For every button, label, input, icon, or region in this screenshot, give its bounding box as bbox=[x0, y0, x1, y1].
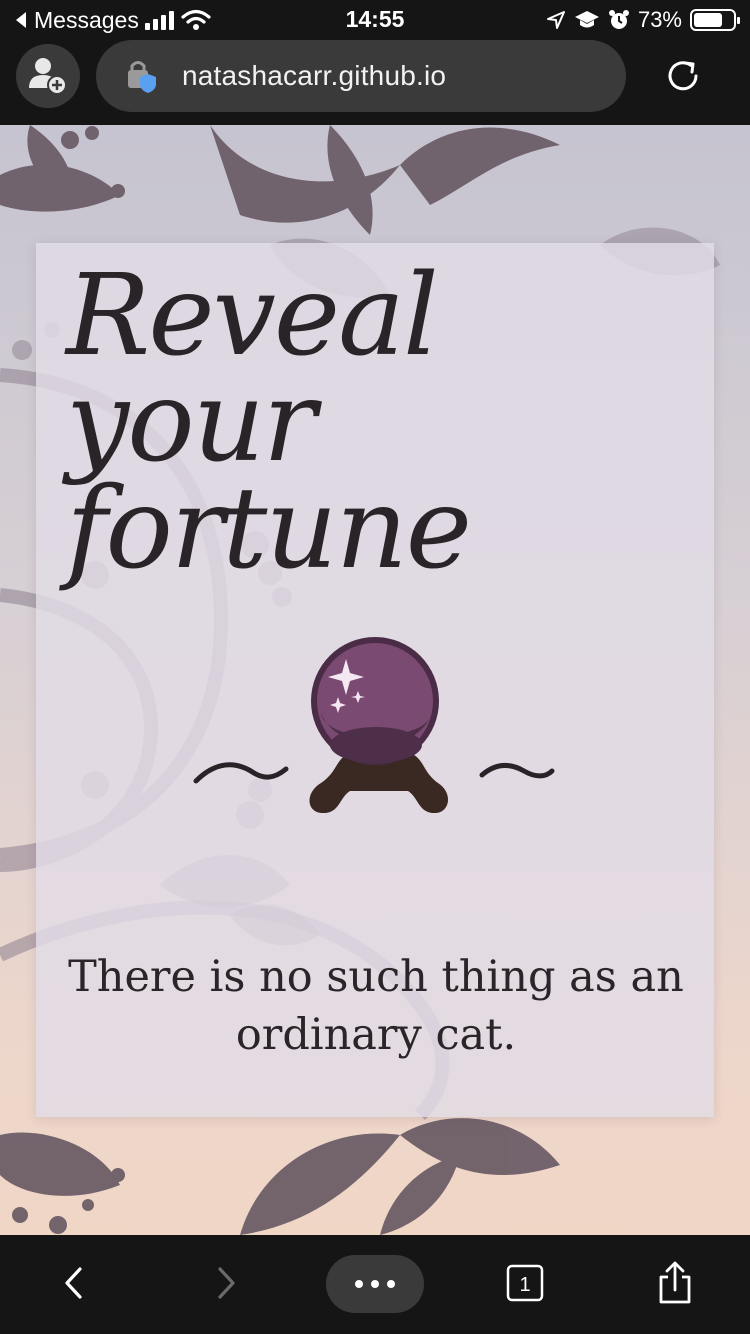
reload-icon bbox=[668, 61, 698, 91]
forward-chevron-icon bbox=[218, 1267, 235, 1299]
tabs-icon: 1 bbox=[506, 1264, 544, 1302]
status-icons: 73% bbox=[546, 6, 740, 34]
url-field[interactable]: natashacarr.github.io bbox=[96, 40, 626, 112]
share-button[interactable] bbox=[645, 1253, 705, 1313]
tilde-flourish-icon bbox=[479, 763, 555, 779]
add-profile-button[interactable] bbox=[16, 44, 80, 108]
lock-shield-icon bbox=[128, 61, 156, 93]
crystal-ball-icon bbox=[193, 637, 555, 813]
tilde-flourish-icon bbox=[193, 762, 289, 784]
share-icon bbox=[659, 1261, 691, 1304]
tab-count: 1 bbox=[519, 1274, 530, 1296]
add-profile-icon bbox=[29, 58, 67, 95]
page-title: Reveal your fortune bbox=[66, 251, 472, 594]
tabs-button[interactable]: 1 bbox=[495, 1253, 555, 1313]
battery-icon bbox=[690, 9, 740, 31]
alarm-icon bbox=[608, 10, 629, 29]
reload-button[interactable] bbox=[655, 48, 711, 104]
status-bar: Messages 14:55 73% bbox=[0, 0, 750, 40]
browser-address-bar: natashacarr.github.io bbox=[0, 40, 750, 125]
back-chevron-icon bbox=[65, 1267, 82, 1299]
more-dots-icon bbox=[355, 1280, 363, 1288]
fortune-text: There is no such thing as an ordinary ca… bbox=[68, 952, 684, 1061]
web-page: Reveal your fortune There is no such thi… bbox=[0, 125, 750, 1235]
location-icon bbox=[546, 11, 565, 29]
more-dots-icon bbox=[387, 1280, 395, 1288]
battery-percent: 73% bbox=[637, 7, 682, 32]
more-dots-icon bbox=[371, 1280, 379, 1288]
graduation-cap-icon bbox=[574, 11, 599, 28]
forward-button[interactable] bbox=[196, 1253, 256, 1313]
browser-toolbar: 1 bbox=[0, 1235, 750, 1334]
battery-level bbox=[694, 13, 722, 27]
fortune-card: Reveal your fortune There is no such thi… bbox=[36, 243, 714, 1117]
back-button[interactable] bbox=[44, 1253, 104, 1313]
more-menu-button[interactable] bbox=[326, 1255, 424, 1313]
url-text: natashacarr.github.io bbox=[182, 60, 447, 91]
